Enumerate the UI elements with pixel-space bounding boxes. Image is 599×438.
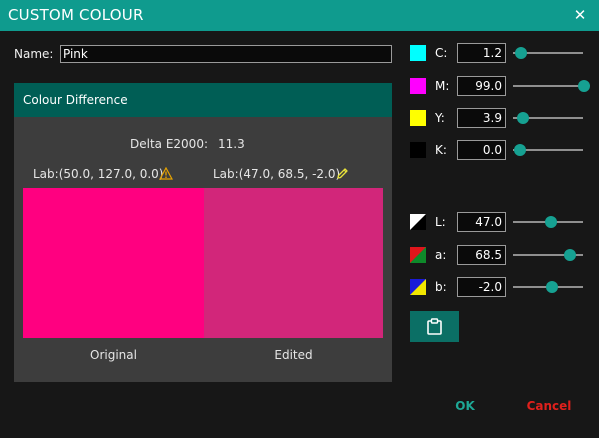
- custom-colour-dialog: CUSTOM COLOUR ✕ Name: Pink Colour Differ…: [0, 0, 599, 438]
- yellow-row: Y: 3.9: [410, 108, 590, 128]
- name-input[interactable]: Pink: [60, 45, 392, 63]
- b-channel-row: b: -2.0: [410, 277, 590, 297]
- paste-button[interactable]: [410, 311, 459, 342]
- clipboard-icon: [427, 318, 442, 335]
- name-label: Name:: [14, 47, 54, 61]
- black-slider-thumb[interactable]: [514, 144, 526, 156]
- panel-header: Colour Difference: [14, 83, 392, 117]
- cyan-row: C: 1.2: [410, 43, 590, 63]
- panel-title: Colour Difference: [23, 93, 128, 107]
- lightness-slider-thumb[interactable]: [544, 216, 557, 228]
- edited-lab-text: Lab:(47.0, 68.5, -2.0): [213, 167, 341, 181]
- original-colour-swatch: [23, 188, 204, 338]
- delta-e-label: Delta E2000:: [130, 137, 208, 151]
- a-channel-row: a: 68.5: [410, 245, 590, 265]
- delta-e-value: 11.3: [218, 137, 245, 151]
- yellow-swatch: [410, 110, 426, 126]
- lightness-input[interactable]: 47.0: [457, 212, 506, 232]
- black-input[interactable]: 0.0: [457, 140, 506, 160]
- b-channel-slider-thumb[interactable]: [545, 281, 558, 293]
- black-row: K: 0.0: [410, 140, 590, 160]
- yellow-input[interactable]: 3.9: [457, 108, 506, 128]
- magenta-swatch: [410, 78, 426, 94]
- black-swatch: [410, 142, 426, 158]
- a-channel-icon: [410, 247, 426, 263]
- colour-difference-panel: Colour Difference Delta E2000: 11.3 Lab:…: [14, 83, 392, 382]
- a-channel-input[interactable]: 68.5: [457, 245, 506, 265]
- magenta-row: M: 99.0: [410, 76, 591, 96]
- magenta-slider-thumb[interactable]: [578, 80, 591, 92]
- yellow-label: Y:: [435, 111, 445, 125]
- edited-caption: Edited: [274, 348, 313, 362]
- ok-button[interactable]: OK: [440, 396, 490, 416]
- b-channel-label: b:: [435, 280, 447, 294]
- lightness-row: L: 47.0: [410, 212, 590, 232]
- black-label: K:: [435, 143, 447, 157]
- cyan-swatch: [410, 45, 426, 61]
- warning-icon: [159, 167, 173, 180]
- original-caption: Original: [90, 348, 137, 362]
- magenta-slider[interactable]: [513, 85, 583, 87]
- cyan-input[interactable]: 1.2: [457, 43, 506, 63]
- close-icon[interactable]: ✕: [569, 4, 591, 26]
- l-channel-icon: [410, 214, 426, 230]
- title-bar[interactable]: CUSTOM COLOUR ✕: [0, 0, 599, 31]
- magenta-input[interactable]: 99.0: [457, 76, 506, 96]
- a-channel-slider-thumb[interactable]: [564, 249, 577, 261]
- edited-colour-swatch: [204, 188, 383, 338]
- yellow-slider-thumb[interactable]: [516, 112, 529, 124]
- b-channel-input[interactable]: -2.0: [457, 277, 506, 297]
- cancel-button[interactable]: Cancel: [520, 396, 578, 416]
- b-channel-icon: [410, 279, 426, 295]
- magenta-label: M:: [435, 79, 450, 93]
- a-channel-label: a:: [435, 248, 447, 262]
- window-title: CUSTOM COLOUR: [8, 6, 144, 24]
- original-lab-text: Lab:(50.0, 127.0, 0.0): [33, 167, 164, 181]
- cyan-slider-thumb[interactable]: [514, 47, 527, 59]
- lightness-label: L:: [435, 215, 446, 229]
- cyan-label: C:: [435, 46, 448, 60]
- pencil-icon: [337, 168, 348, 179]
